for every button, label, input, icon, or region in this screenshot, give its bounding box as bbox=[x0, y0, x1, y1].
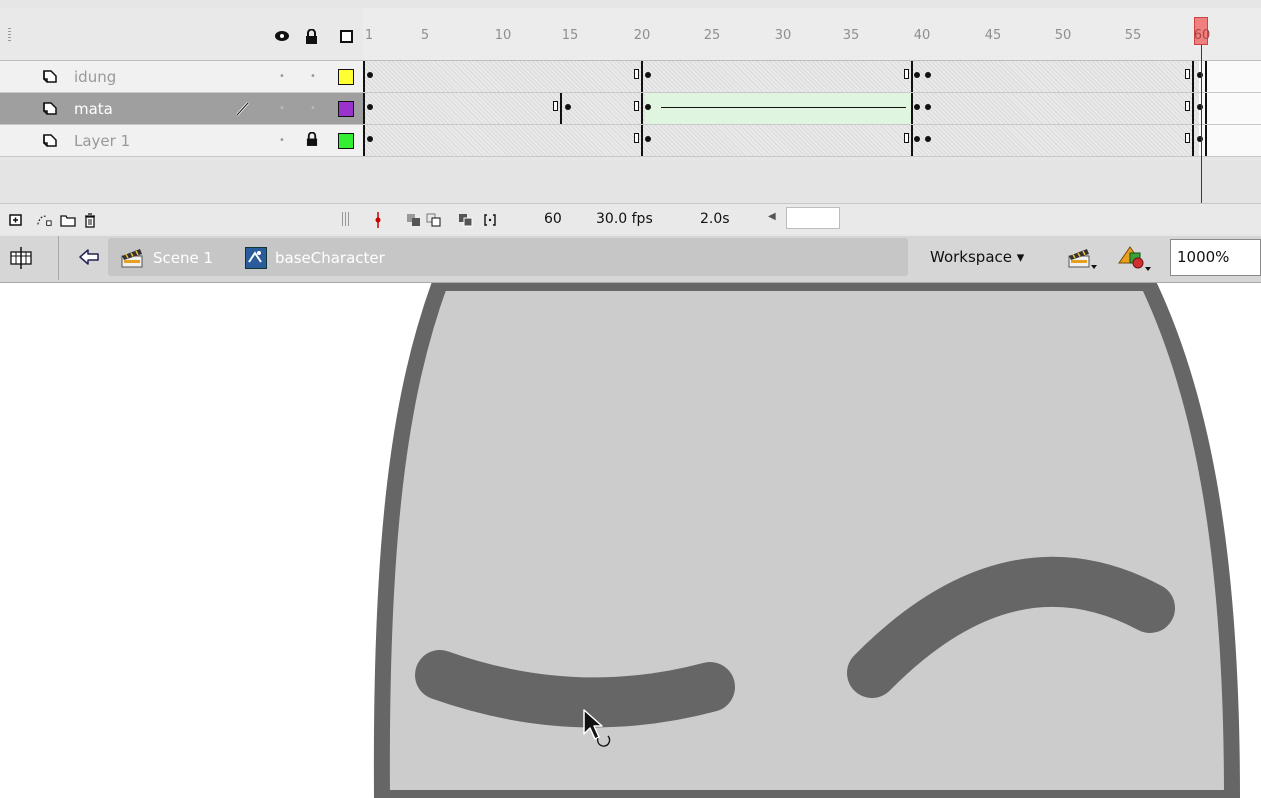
left-eye-closed bbox=[415, 650, 735, 728]
empty-layer-area bbox=[0, 161, 363, 203]
character-head bbox=[373, 283, 1241, 798]
insert-layer-icon[interactable] bbox=[8, 212, 24, 228]
frame-number: 1 bbox=[364, 28, 374, 43]
layer-row-layer1[interactable]: Layer 1 • bbox=[0, 125, 363, 157]
frame-number: 60 bbox=[1193, 28, 1211, 43]
frame-number: 30 bbox=[774, 28, 792, 43]
timeline-toggle-icon[interactable] bbox=[8, 246, 34, 270]
movieclip-symbol-icon bbox=[245, 247, 267, 269]
edit-scene-icon[interactable] bbox=[1066, 244, 1098, 272]
separator bbox=[58, 236, 59, 280]
layer-row-mata[interactable]: mata • • bbox=[0, 93, 363, 125]
breadcrumb: Scene 1 baseCharacter bbox=[108, 238, 908, 276]
motion-guide-icon[interactable] bbox=[36, 212, 52, 228]
scene-clapper-icon bbox=[120, 247, 144, 269]
edit-symbol-icon[interactable] bbox=[1116, 243, 1156, 273]
center-frame-icon[interactable] bbox=[370, 212, 386, 228]
timeline-panel: 1 5 10 15 20 25 30 35 40 45 50 55 60 idu… bbox=[0, 0, 1261, 236]
frame-number: 5 bbox=[420, 28, 430, 43]
character-drawing bbox=[373, 283, 1241, 798]
scroll-left-icon[interactable]: ◀ bbox=[768, 211, 778, 225]
layer-icon bbox=[43, 101, 57, 115]
symbol-breadcrumb[interactable]: baseCharacter bbox=[275, 249, 385, 267]
frame-number: 35 bbox=[842, 28, 860, 43]
layer-icon bbox=[43, 133, 57, 147]
edit-multiple-frames-icon[interactable] bbox=[458, 212, 474, 228]
frames-row-layer1[interactable] bbox=[363, 125, 1261, 157]
visibility-dot[interactable]: • bbox=[276, 135, 288, 146]
frames-row-mata[interactable] bbox=[363, 93, 1261, 125]
lock-dot[interactable]: • bbox=[307, 71, 319, 82]
workspace-menu[interactable]: Workspace ▾ bbox=[930, 248, 1024, 266]
layer-name[interactable]: Layer 1 bbox=[74, 132, 130, 150]
arrow-cursor-icon bbox=[582, 708, 614, 748]
timeline-scrollbar[interactable] bbox=[786, 207, 840, 229]
outline-icon[interactable] bbox=[338, 28, 354, 44]
frame-number: 25 bbox=[703, 28, 721, 43]
frames-row-idung[interactable] bbox=[363, 61, 1261, 93]
frame-number: 50 bbox=[1054, 28, 1072, 43]
layer-name[interactable]: idung bbox=[74, 68, 116, 86]
layer-color-swatch[interactable] bbox=[338, 133, 354, 149]
zoom-field[interactable]: 1000% bbox=[1170, 239, 1261, 276]
layer-name[interactable]: mata bbox=[74, 100, 113, 118]
lock-icon[interactable] bbox=[306, 131, 320, 146]
lock-dot[interactable]: • bbox=[307, 103, 319, 114]
layer-row-idung[interactable]: idung • • bbox=[0, 61, 363, 93]
folder-icon[interactable] bbox=[60, 212, 76, 228]
visibility-dot[interactable]: • bbox=[276, 103, 288, 114]
frame-number: 45 bbox=[984, 28, 1002, 43]
frame-number: 55 bbox=[1124, 28, 1142, 43]
timeline-toolbar: 60 30.0 fps 2.0s ◀ bbox=[0, 203, 1261, 234]
layer-icon bbox=[43, 69, 57, 83]
divider-grip-icon[interactable] bbox=[342, 212, 350, 226]
frame-number: 40 bbox=[913, 28, 931, 43]
stage[interactable] bbox=[0, 283, 1261, 798]
layer-color-swatch[interactable] bbox=[338, 69, 354, 85]
layer-color-swatch[interactable] bbox=[338, 101, 354, 117]
frame-number: 15 bbox=[561, 28, 579, 43]
eye-icon[interactable] bbox=[274, 28, 290, 44]
trash-icon[interactable] bbox=[82, 212, 98, 228]
lock-icon[interactable] bbox=[303, 28, 319, 44]
current-frame: 60 bbox=[544, 211, 562, 227]
frame-number: 10 bbox=[494, 28, 512, 43]
frame-number: 20 bbox=[633, 28, 651, 43]
edit-bar: Scene 1 baseCharacter Workspace ▾ 1000% bbox=[0, 236, 1261, 283]
elapsed-time: 2.0s bbox=[700, 211, 730, 227]
empty-frame-area bbox=[363, 161, 1261, 203]
onion-skin-icon[interactable] bbox=[406, 212, 422, 228]
scene-breadcrumb[interactable]: Scene 1 bbox=[153, 249, 213, 267]
playhead-line bbox=[1201, 45, 1202, 203]
panel-grip-icon[interactable] bbox=[8, 28, 11, 42]
onion-skin-outline-icon[interactable] bbox=[426, 212, 442, 228]
visibility-dot[interactable]: • bbox=[276, 71, 288, 82]
pencil-icon bbox=[234, 100, 252, 118]
frame-rate[interactable]: 30.0 fps bbox=[596, 211, 653, 227]
back-arrow-icon[interactable] bbox=[78, 247, 100, 267]
modify-onion-markers-icon[interactable] bbox=[482, 212, 498, 228]
